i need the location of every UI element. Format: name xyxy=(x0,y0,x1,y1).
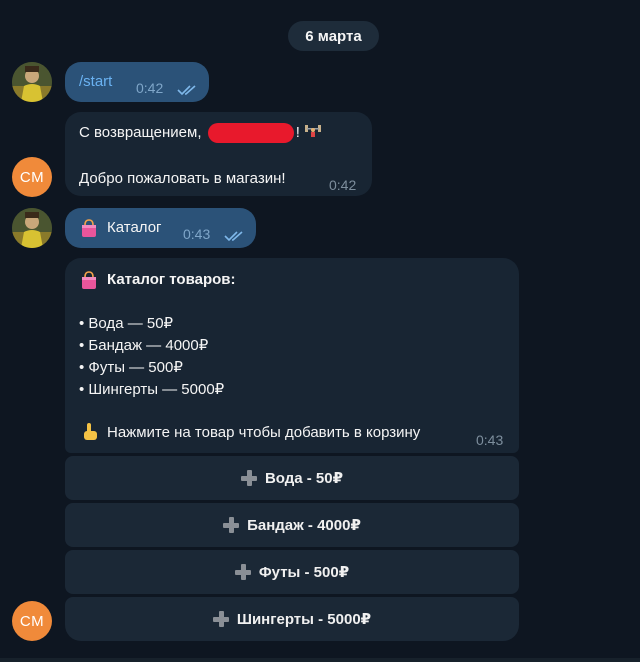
welcome-line: С возвращением, ! xyxy=(79,122,322,147)
bot-avatar-initials: CM xyxy=(19,612,45,630)
bot-avatar-initials: CM xyxy=(19,168,45,186)
bot-avatar[interactable]: CM xyxy=(12,157,52,197)
user-avatar[interactable] xyxy=(12,208,52,248)
shopping-bag-icon xyxy=(79,218,99,245)
plus-icon xyxy=(212,611,229,627)
catalog-hint: Нажмите на товар чтобы добавить в корзин… xyxy=(107,424,421,441)
pointing-finger-icon xyxy=(81,422,99,449)
catalog-title: Каталог товаров: xyxy=(107,271,236,288)
welcome-suffix: ! xyxy=(295,124,305,141)
keyboard-button-label: Вода - 50₽ xyxy=(264,470,344,487)
bot-avatar[interactable]: CM xyxy=(12,601,52,641)
welcome-line-2: Добро пожаловать в магазин! xyxy=(79,170,286,187)
keyboard-button-label: Футы - 500₽ xyxy=(258,564,350,581)
weightlifter-icon xyxy=(304,122,322,147)
command-link[interactable]: /start xyxy=(79,71,112,93)
shopping-bag-icon xyxy=(79,270,99,297)
date-separator: 6 марта xyxy=(288,21,379,51)
message-bubble-outgoing[interactable]: /start 0:42 xyxy=(65,62,209,102)
keyboard-button-label: Бандаж - 4000₽ xyxy=(247,517,361,534)
message-text: Каталог xyxy=(107,219,162,236)
double-check-icon xyxy=(177,81,199,103)
keyboard-button-futy[interactable]: Футы - 500₽ xyxy=(65,550,519,594)
user-avatar[interactable] xyxy=(12,62,52,102)
redacted-name xyxy=(207,123,294,144)
keyboard-button-shingerty[interactable]: Шингерты - 5000₽ xyxy=(65,597,519,641)
plus-icon xyxy=(223,517,240,533)
keyboard-button-bandazh[interactable]: Бандаж - 4000₽ xyxy=(65,503,519,547)
message-bubble-incoming[interactable]: С возвращением, ! Добро пожаловать в маг… xyxy=(65,112,372,196)
catalog-item: • Вода — 50₽ xyxy=(79,315,174,332)
keyboard-button-label: Шингерты - 5000₽ xyxy=(236,611,372,628)
plus-icon xyxy=(240,470,257,486)
catalog-item: • Шингерты — 5000₽ xyxy=(79,381,225,398)
plus-icon xyxy=(234,564,251,580)
catalog-item: • Бандаж — 4000₽ xyxy=(79,337,209,354)
welcome-prefix: С возвращением, xyxy=(79,124,206,141)
date-label: 6 марта xyxy=(305,27,362,45)
message-time: 0:42 xyxy=(136,80,164,96)
composer-edge xyxy=(0,658,640,662)
double-check-icon xyxy=(224,227,246,249)
message-bubble-outgoing[interactable]: Каталог 0:43 xyxy=(65,208,256,248)
message-time: 0:43 xyxy=(183,226,211,242)
catalog-message[interactable]: Каталог товаров: • Вода — 50₽ • Бандаж —… xyxy=(65,258,519,453)
message-time: 0:42 xyxy=(329,177,357,193)
keyboard-button-voda[interactable]: Вода - 50₽ xyxy=(65,456,519,500)
message-time: 0:43 xyxy=(476,432,504,448)
catalog-item: • Футы — 500₽ xyxy=(79,359,183,376)
